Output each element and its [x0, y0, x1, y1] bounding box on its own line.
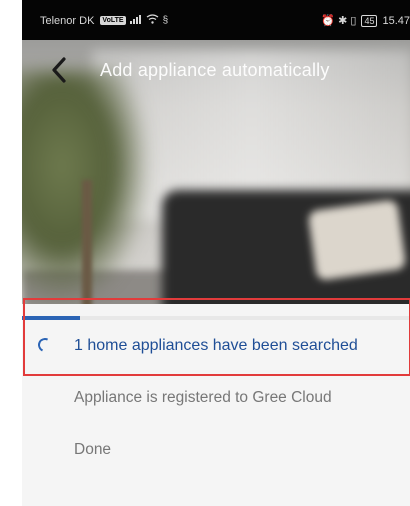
status-time: 15.47 [382, 14, 410, 27]
hero-plant-trunk [82, 180, 92, 304]
wifi-icon [146, 14, 159, 27]
page-title: Add appliance automatically [100, 60, 330, 80]
step-search: 1 home appliances have been searched [22, 320, 410, 372]
step-register: Appliance is registered to Gree Cloud [22, 372, 410, 424]
hero-cushion [307, 199, 407, 281]
phone-screen: Telenor DK VoLTE § ⏰ ✱ ▯ 45 15.47 Add ap… [22, 0, 410, 506]
step-done: Done [22, 424, 410, 476]
status-bar: Telenor DK VoLTE § ⏰ ✱ ▯ 45 15.47 [22, 0, 410, 40]
chevron-left-icon [52, 57, 66, 83]
back-button[interactable] [44, 52, 74, 88]
sync-icon: § [162, 15, 169, 26]
carrier-name: Telenor DK [40, 14, 95, 27]
signal-icon [129, 14, 142, 27]
battery-level: 45 [364, 15, 375, 26]
step-label: Appliance is registered to Gree Cloud [74, 389, 332, 406]
status-icons: ⏰ ✱ ▯ [321, 15, 357, 27]
loading-spinner-icon [36, 336, 56, 356]
status-right: ⏰ ✱ ▯ 45 15.47 [321, 14, 410, 27]
step-label: Done [74, 441, 112, 458]
steps-list: 1 home appliances have been searched App… [22, 320, 410, 476]
volte-badge: VoLTE [100, 16, 126, 25]
status-left: Telenor DK VoLTE § [40, 14, 168, 27]
battery-icon: 45 [361, 14, 378, 27]
step-label: 1 home appliances have been searched [74, 337, 358, 354]
